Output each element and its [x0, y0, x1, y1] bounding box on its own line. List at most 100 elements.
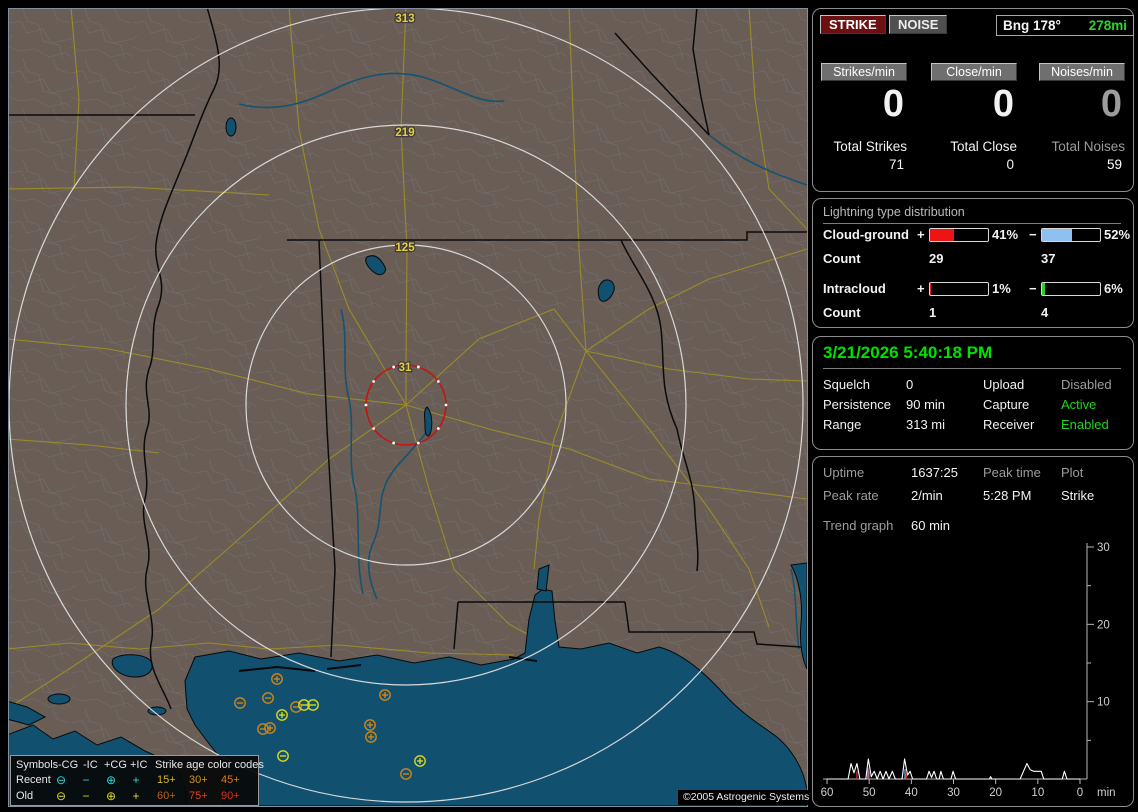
cg-minus-bar — [1041, 228, 1101, 242]
map-legend: Symbols -CG -IC +CG +IC Strike age color… — [10, 755, 264, 806]
age-75: 75+ — [189, 790, 208, 802]
svg-text:10: 10 — [1031, 787, 1044, 799]
ic-plus-bar — [929, 282, 989, 296]
strikes-per-min-value: 0 — [882, 83, 904, 125]
ic-minus-count: 4 — [1041, 305, 1049, 320]
counters-panel: STRIKE NOISE Bng 178° 278mi Strikes/min … — [812, 8, 1134, 192]
svg-text:313: 313 — [395, 13, 414, 25]
bearing-value: Bng 178° — [1003, 18, 1061, 33]
persistence-value: 90 min — [906, 397, 946, 412]
noise-button[interactable]: NOISE — [889, 15, 948, 34]
total-close-label: Total Close — [950, 139, 1017, 154]
old-ic-plus-icon: + — [132, 789, 140, 803]
ic-minus-bar-fill — [1042, 283, 1046, 295]
range-value: 313 mi — [906, 417, 946, 432]
svg-text:30: 30 — [947, 787, 960, 799]
recent-ic-plus-icon: + — [132, 773, 140, 787]
ic-minus-sign: − — [1029, 281, 1037, 296]
receiver-label: Receiver — [983, 417, 1035, 432]
ic-plus-pct: 1% — [992, 281, 1011, 296]
total-noises-label: Total Noises — [1051, 139, 1125, 154]
trend-graph-label: Trend graph — [823, 518, 894, 533]
distribution-title: Lightning type distribution — [823, 205, 1121, 224]
ic-plus-bar-fill — [930, 283, 931, 295]
svg-text:60: 60 — [821, 787, 834, 799]
age-90: 90+ — [221, 790, 240, 802]
uptime-label: Uptime — [823, 465, 865, 480]
legend-col-ncg: -CG — [58, 759, 79, 771]
squelch-value: 0 — [906, 377, 914, 392]
noises-per-min-button[interactable]: Noises/min — [1039, 63, 1125, 81]
legend-col-pic: +IC — [130, 759, 148, 771]
cg-minus-pct: 52% — [1104, 227, 1131, 242]
svg-text:40: 40 — [905, 787, 918, 799]
trend-chart: 10 20 30 60 50 40 30 20 10 0 min — [821, 542, 1116, 799]
age-60: 60+ — [157, 790, 176, 802]
plot-mode-label: Plot — [1061, 465, 1084, 480]
trend-graph-value: 60 min — [911, 518, 951, 533]
svg-text:20: 20 — [1097, 619, 1110, 631]
legend-col-nic: -IC — [83, 759, 98, 771]
svg-text:min: min — [1097, 787, 1116, 799]
squelch-label: Squelch — [823, 377, 870, 392]
bearing-range: 278mi — [1088, 18, 1127, 33]
ic-count-label: Count — [823, 305, 861, 320]
noises-per-min-value: 0 — [1100, 83, 1122, 125]
svg-text:30: 30 — [1097, 542, 1110, 554]
legend-col-pcg: +CG — [104, 759, 127, 771]
capture-value: Active — [1061, 397, 1097, 412]
map-canvas[interactable]: 313 219 125 31 Symbols -CG -IC +CG +IC Stri… — [8, 8, 815, 807]
ic-minus-pct: 6% — [1104, 281, 1123, 296]
receiver-value: Enabled — [1061, 417, 1109, 432]
cg-minus-count: 37 — [1041, 251, 1056, 266]
svg-text:219: 219 — [395, 127, 414, 139]
age-30: 30+ — [189, 774, 208, 786]
close-per-min-value: 0 — [992, 83, 1014, 125]
plot-mode-value: Strike — [1061, 488, 1095, 503]
ic-plus-sign: + — [917, 281, 925, 296]
bearing-display: Bng 178° 278mi — [996, 15, 1134, 36]
age-15: 15+ — [157, 774, 176, 786]
svg-text:10: 10 — [1097, 697, 1110, 709]
peak-rate-value: 2/min — [911, 488, 943, 503]
close-per-min-button[interactable]: Close/min — [931, 63, 1017, 81]
peak-time-label: Peak time — [983, 465, 1041, 480]
map-graphic: 313 219 125 31 — [9, 9, 807, 806]
recent-cg-plus-icon: ⊕ — [105, 773, 117, 787]
old-cg-minus-icon: ⊖ — [55, 789, 67, 803]
cg-count-label: Count — [823, 251, 861, 266]
range-label: Range — [823, 417, 862, 432]
svg-text:31: 31 — [399, 362, 412, 374]
legend-old-label: Old — [16, 790, 34, 802]
old-ic-minus-icon: − — [82, 789, 90, 803]
status-panel: 3/21/2026 5:40:18 PM Squelch 0 Upload Di… — [812, 336, 1134, 450]
datetime-display: 3/21/2026 5:40:18 PM — [823, 343, 1121, 369]
total-close-value: 0 — [1006, 157, 1014, 172]
peak-time-value: 5:28 PM — [983, 488, 1032, 503]
strike-button[interactable]: STRIKE — [820, 15, 886, 34]
cg-plus-sign: + — [917, 227, 925, 242]
ic-minus-bar — [1041, 282, 1101, 296]
recent-cg-minus-icon: ⊖ — [55, 773, 67, 787]
copyright: ©2005 Astrogenic Systems — [678, 790, 815, 805]
uptime-value: 1637:25 — [911, 465, 958, 480]
cg-plus-bar — [929, 228, 989, 242]
svg-text:0: 0 — [1077, 787, 1083, 799]
legend-recent-label: Recent — [16, 774, 51, 786]
upload-value: Disabled — [1061, 377, 1112, 392]
total-noises-value: 59 — [1106, 157, 1122, 172]
capture-label: Capture — [983, 397, 1030, 412]
total-strikes-label: Total Strikes — [833, 139, 907, 154]
intracloud-label: Intracloud — [823, 281, 886, 296]
recent-ic-minus-icon: − — [82, 773, 90, 787]
peak-rate-label: Peak rate — [823, 488, 879, 503]
legend-age-header: Strike age color codes — [155, 759, 264, 771]
legend-symbols-header: Symbols — [16, 759, 59, 771]
persistence-label: Persistence — [823, 397, 891, 412]
cg-plus-bar-fill — [930, 229, 954, 241]
upload-label: Upload — [983, 377, 1025, 392]
distribution-panel: Lightning type distribution Cloud-ground… — [812, 198, 1134, 328]
strikes-per-min-button[interactable]: Strikes/min — [821, 63, 907, 81]
session-panel: Uptime 1637:25 Peak time Plot Peak rate … — [812, 456, 1134, 807]
app-window: 313 219 125 31 Symbols -CG -IC +CG +IC Stri… — [0, 0, 1138, 812]
